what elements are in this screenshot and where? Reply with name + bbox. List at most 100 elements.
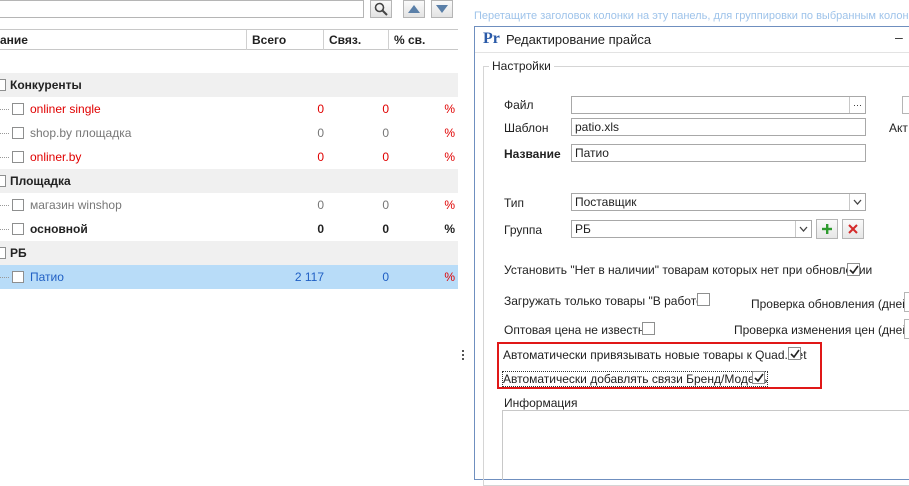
checkmark-icon [849,265,859,275]
chevron-down-icon [853,199,862,205]
side-button-stub[interactable] [902,96,909,114]
row-checkbox[interactable] [12,127,24,139]
group-value: РБ [575,222,591,236]
row-total: 0 [317,102,324,116]
active-label: Акт [889,121,908,135]
table-row[interactable]: onliner single 0 0% [0,97,458,121]
move-down-button[interactable] [431,0,453,18]
auto-bind-quad-label: Автоматически привязывать новые товары к… [503,348,807,362]
template-input[interactable]: patio.xls [571,118,866,136]
search-button[interactable] [370,0,392,18]
tree-connector [0,217,10,241]
row-total: 2 117 [294,270,324,284]
row-links: 0 [382,126,389,140]
plus-icon [822,224,832,234]
only-in-work-checkbox[interactable] [697,293,710,306]
not-in-stock-checkbox[interactable] [847,263,860,276]
name-input[interactable]: Патио [571,144,866,162]
wholesale-unknown-label: Оптовая цена не известна [504,323,652,337]
group-label: РБ [10,246,27,260]
splitter-handle[interactable] [462,350,464,364]
close-icon [848,224,858,234]
group-row[interactable]: Площадка [0,169,458,193]
search-icon [374,2,388,16]
row-checkbox[interactable] [12,151,24,163]
row-checkbox[interactable] [12,103,24,115]
row-total: 0 [317,126,324,140]
row-label: onliner.by [30,150,82,164]
row-percent: % [444,198,455,212]
file-label: Файл [504,98,534,112]
row-label: Патио [30,270,64,284]
table-row[interactable]: onliner.by 0 0% [0,145,458,169]
type-value: Поставщик [575,195,637,209]
row-checkbox[interactable] [12,223,24,235]
row-label: основной [30,222,88,236]
grid-header: ание Всего Связ. % св. [0,29,458,50]
info-textarea[interactable] [502,410,909,480]
type-select[interactable]: Поставщик [571,193,866,211]
name-label: Название [504,147,561,161]
row-percent: % [444,270,455,284]
move-up-button[interactable] [403,0,425,18]
checkmark-icon [754,373,764,383]
auto-bind-quad-checkbox[interactable] [788,347,801,360]
row-percent: % [444,126,455,140]
chevron-down-icon [799,226,808,232]
browse-file-button[interactable]: ··· [849,97,865,113]
row-checkbox[interactable] [12,199,24,211]
group-row[interactable]: Конкуренты [0,73,458,97]
group-checkbox[interactable] [0,79,6,91]
not-in-stock-label: Установить "Нет в наличии" товарам котор… [504,263,873,277]
row-links: 0 [382,150,389,164]
check-price-input[interactable] [904,319,909,339]
column-total[interactable]: Всего [246,30,323,50]
column-links[interactable]: Связ. [323,30,388,50]
table-row[interactable]: Патио 2 117 0% [0,265,458,289]
dialog-titlebar: Pr Редактирование прайса – [475,27,909,53]
search-input[interactable] [0,0,364,18]
table-row[interactable]: магазин winshop 0 0% [0,193,458,217]
column-name[interactable]: ание [0,30,28,50]
row-links: 0 [382,198,389,212]
wholesale-unknown-checkbox[interactable] [642,322,655,335]
table-row[interactable]: основной 0 0% [0,217,458,241]
group-label: Площадка [10,174,71,188]
ellipsis-icon: ··· [853,100,862,110]
group-checkbox[interactable] [0,175,6,187]
add-group-button[interactable] [816,219,838,239]
info-label: Информация [504,396,578,410]
check-update-input[interactable] [904,292,909,312]
group-select[interactable]: РБ [571,220,812,238]
file-input[interactable]: ··· [571,96,866,114]
row-label: shop.by площадка [30,126,132,140]
app-logo-icon: Pr [483,30,500,47]
type-dropdown-button[interactable] [849,194,865,210]
tree-connector [0,193,10,217]
price-list-panel: ание Всего Связ. % св. Конкуренты onliner… [0,0,464,480]
triangle-up-icon [408,5,420,13]
group-dropdown-button[interactable] [795,221,811,237]
auto-add-brand-checkbox[interactable] [752,371,765,384]
tree-connector [0,121,10,145]
row-total: 0 [317,198,324,212]
check-price-label: Проверка изменения цен (дней) [734,323,909,337]
row-checkbox[interactable] [12,271,24,283]
group-label: Конкуренты [10,78,82,92]
checkmark-icon [790,349,800,359]
minimize-button[interactable]: – [895,29,903,45]
delete-group-button[interactable] [842,219,864,239]
column-percent[interactable]: % св. [388,30,458,50]
triangle-down-icon [436,5,448,13]
table-row[interactable]: shop.by площадка 0 0% [0,121,458,145]
tree-connector [0,97,10,121]
tree-connector [0,265,10,289]
row-total: 0 [317,222,324,236]
tree-connector [0,145,10,169]
group-row[interactable]: РБ [0,241,458,265]
row-label: магазин winshop [30,198,122,212]
check-update-label: Проверка обновления (дней) [751,297,909,311]
type-label: Тип [504,196,525,210]
row-percent: % [444,222,455,236]
group-checkbox[interactable] [0,247,6,259]
